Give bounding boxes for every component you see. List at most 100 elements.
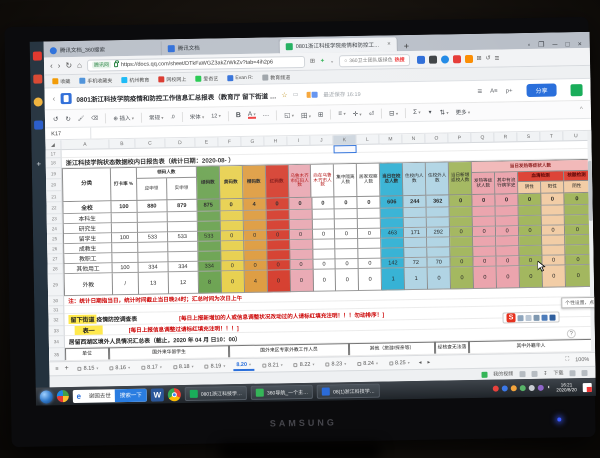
cell-M[interactable] [381,238,404,248]
desktop-shortcut-icon[interactable] [33,74,42,83]
row-header-29[interactable]: 29 [48,274,63,296]
cell-D[interactable]: 12 [168,272,198,295]
header-green-code[interactable]: 绿码数 [197,166,221,199]
cell-D[interactable] [167,212,197,223]
bottom-header[interactable]: 其中外籍华人 [469,339,593,353]
cell-N[interactable] [405,248,428,258]
tab-caret-icon[interactable]: ▾ [312,362,314,367]
row-header-24[interactable]: 24 [47,224,62,234]
cell-G[interactable]: 4 [244,271,267,293]
status-icon[interactable] [569,370,575,376]
cell-P[interactable] [451,247,474,257]
column-header-J[interactable]: J [310,135,333,144]
cell-Q[interactable] [473,237,496,247]
start-button[interactable] [40,390,53,403]
column-header-P[interactable]: P [448,133,471,142]
cell-Q[interactable] [473,207,496,217]
cell-K[interactable]: 0 [336,269,359,291]
cell-U[interactable]: 0 [564,193,590,205]
ime-settings-icon[interactable] [549,314,555,320]
row-header-17[interactable]: 17 [46,150,61,158]
cell-L[interactable]: 0 [359,269,382,291]
cell-F[interactable] [221,251,244,261]
desktop-shortcut-icon[interactable] [33,97,42,106]
decimal-button[interactable]: .0 [170,114,174,120]
header-actual-claim[interactable]: 实申领 [167,178,197,201]
cell-I[interactable]: 0 [290,230,313,240]
cell-H[interactable] [266,220,289,230]
header-live-out[interactable]: 住校外人数 [426,162,450,195]
sogou-logo[interactable]: S [506,313,515,322]
column-header-L[interactable]: L [356,135,379,144]
cell-I[interactable] [289,210,312,220]
cell-S[interactable] [519,216,542,226]
cell-M[interactable]: 1 [382,268,405,290]
apps-grid-icon[interactable]: ⊞ [476,55,481,62]
star-icon[interactable]: ☆ [281,91,287,99]
row-header-18[interactable]: 18 [46,158,61,168]
more-format-button[interactable]: ⋯ [263,111,270,119]
column-header-B[interactable]: B [109,139,135,148]
cell-R[interactable]: 0 [497,256,520,266]
row-header-28[interactable]: 28 [48,264,63,274]
column-header-T[interactable]: T [540,131,563,140]
cell-E[interactable] [198,251,221,261]
sheet-tab-8.15[interactable]: 8.15▾ [75,364,102,372]
cell-F[interactable] [220,221,243,231]
freeze-button[interactable]: ⊟ [389,109,398,117]
word-icon[interactable]: W [151,388,164,401]
tab-caret-icon[interactable]: ▾ [96,366,98,371]
notification-icon[interactable] [583,382,592,391]
text-wrap-button[interactable]: ⏎ [369,109,375,117]
cell-L[interactable] [358,209,381,219]
bottom-header[interactable]: 经核查无法落 [435,341,469,354]
cell-I[interactable] [290,250,313,260]
status-icon[interactable] [531,370,537,376]
cell-M[interactable] [382,248,405,258]
sheet-scroll-left-icon[interactable]: ◂ [419,359,422,365]
header-on-campus[interactable]: 当日在校总人数 [380,163,404,196]
history-icon[interactable]: ↺ [486,55,491,62]
row-header-30[interactable]: 30 [48,296,63,306]
cell-T[interactable]: 0 [542,225,565,235]
bold-button[interactable]: B [236,112,241,119]
bookmark-item[interactable]: Evan R: [227,75,253,81]
more-tools-menu[interactable]: 更多 [455,108,470,116]
row-header-35[interactable]: 35 [49,348,64,361]
cell-E[interactable]: 533 [198,231,221,241]
cell-G[interactable] [243,221,266,231]
minimize-button[interactable]: ─ [552,41,557,48]
sheet-tab-8.18[interactable]: 8.18▾ [170,362,197,370]
cell-G[interactable] [243,211,266,221]
merge-cells-button[interactable]: ⊞ [318,110,324,118]
bookmark-item[interactable]: 收藏 [52,77,70,84]
cell-N[interactable]: 244 [404,196,427,208]
home-button[interactable]: ⌂ [77,61,82,70]
column-header-Q[interactable]: Q [471,133,494,142]
cell-U[interactable]: 0 [566,265,592,287]
sheet-tab-8.17[interactable]: 8.17▾ [138,363,165,371]
reading-mode-icon[interactable]: ✦ [320,58,325,65]
cell-J[interactable]: 0 [313,269,336,291]
taskbar-clock[interactable]: 16:21 2020/8/20 [556,382,577,393]
tab-caret-icon[interactable]: ▾ [249,362,251,367]
sheet-tab-8.23[interactable]: 8.23▾ [322,360,349,368]
my-video-label[interactable]: 我的视频 [493,370,513,377]
cell-N[interactable] [404,208,427,218]
ime-punct-icon[interactable] [525,314,531,320]
column-header-F[interactable]: F [218,137,241,146]
cell-M[interactable]: 463 [381,228,404,238]
new-tab-button[interactable]: + [404,41,409,51]
tray-icon[interactable] [529,385,535,391]
cell-B[interactable] [112,253,138,263]
clear-format-icon[interactable]: ⌫ [91,115,98,121]
header-rate[interactable]: 打卡率 % [111,168,137,201]
download-icon[interactable]: ↧ [543,370,547,376]
cell-I[interactable]: 0 [289,198,312,210]
search-go-button[interactable]: 搜索一下 [115,388,147,402]
cell-D[interactable]: 879 [167,200,197,213]
cell-G[interactable] [244,251,267,261]
vertical-align-button[interactable]: ✛ [353,109,362,117]
doc-back-button[interactable]: ‹ [53,94,56,103]
cell-O[interactable]: 70 [428,257,451,267]
